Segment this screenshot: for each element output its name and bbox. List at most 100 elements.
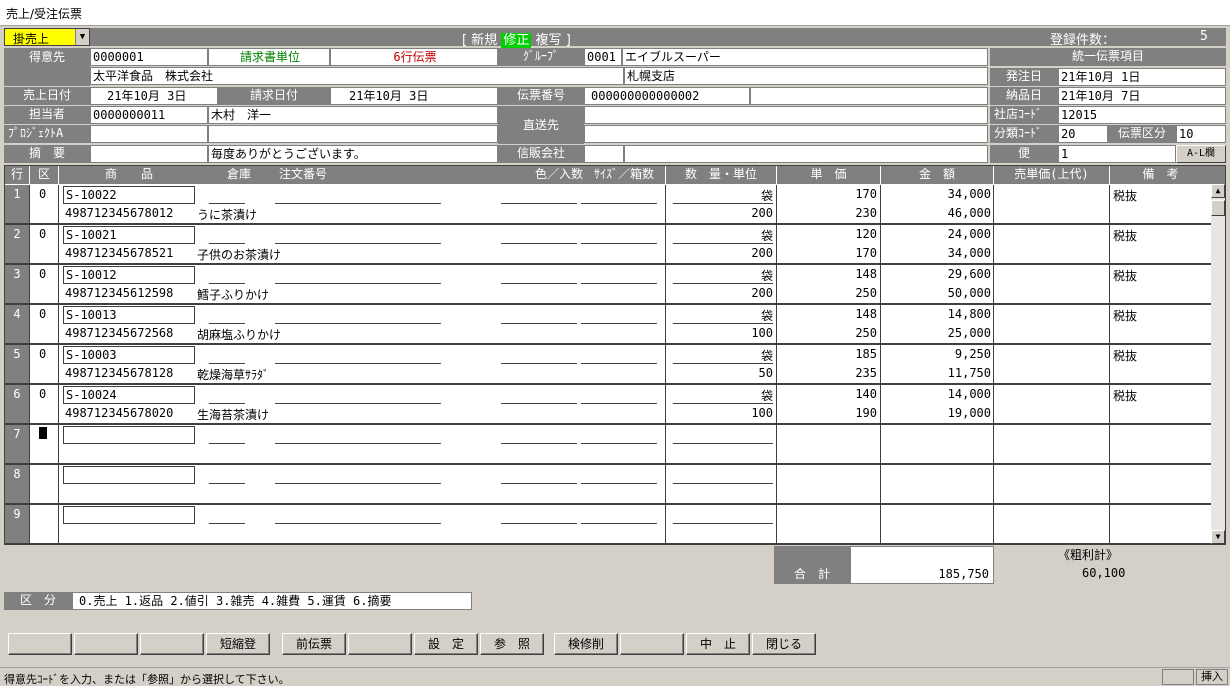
memo-code-input[interactable]: [90, 145, 208, 163]
warehouse-input[interactable]: [209, 323, 245, 324]
product-code-input[interactable]: S-10013: [63, 306, 195, 324]
row-note[interactable]: 税抜: [1113, 347, 1137, 364]
search-edit-delete-button[interactable]: 検修削: [554, 633, 618, 655]
f1-button[interactable]: [8, 633, 72, 655]
row-number[interactable]: 3: [5, 265, 29, 303]
row-kbn[interactable]: 0: [39, 227, 46, 241]
al-field-button[interactable]: A-L欄: [1176, 145, 1226, 163]
product-code-input[interactable]: [63, 466, 195, 484]
quantity[interactable]: 100: [673, 406, 773, 420]
warehouse-input[interactable]: [209, 523, 245, 524]
row-number[interactable]: 4: [5, 305, 29, 343]
row-note[interactable]: 税抜: [1113, 267, 1137, 284]
warehouse-input[interactable]: [209, 363, 245, 364]
staff-code-input[interactable]: 0000000011: [90, 106, 208, 124]
size-input[interactable]: [581, 243, 657, 244]
scroll-thumb[interactable]: [1211, 200, 1225, 216]
row-note[interactable]: 税抜: [1113, 227, 1137, 244]
color-input[interactable]: [501, 243, 577, 244]
unit-price[interactable]: 148: [777, 307, 877, 321]
row-kbn[interactable]: 0: [39, 347, 46, 361]
size-input[interactable]: [581, 283, 657, 284]
size-input[interactable]: [581, 203, 657, 204]
reference-button[interactable]: 参 照: [480, 633, 544, 655]
warehouse-input[interactable]: [209, 403, 245, 404]
chevron-down-icon[interactable]: ▼: [75, 29, 89, 45]
row-kbn[interactable]: 0: [39, 307, 46, 321]
quantity[interactable]: 50: [673, 366, 773, 380]
customer-code-input[interactable]: 0000001: [90, 48, 208, 66]
unit-price[interactable]: 185: [777, 347, 877, 361]
shortcut-register-button[interactable]: 短縮登: [206, 633, 270, 655]
f10-button[interactable]: [620, 633, 684, 655]
product-code-input[interactable]: S-10022: [63, 186, 195, 204]
scroll-down-icon[interactable]: ▼: [1211, 530, 1225, 544]
product-code-input[interactable]: [63, 506, 195, 524]
product-code-input[interactable]: S-10021: [63, 226, 195, 244]
row-note[interactable]: 税抜: [1113, 387, 1137, 404]
color-input[interactable]: [501, 283, 577, 284]
size-input[interactable]: [581, 443, 657, 444]
order-no-input[interactable]: [275, 363, 441, 364]
order-no-input[interactable]: [275, 523, 441, 524]
warehouse-input[interactable]: [209, 243, 245, 244]
size-input[interactable]: [581, 363, 657, 364]
sales-date-input[interactable]: 21年10月 3日: [90, 87, 218, 105]
memo-text[interactable]: 毎度ありがとうございます。: [208, 145, 498, 163]
cost-price[interactable]: 190: [777, 406, 877, 420]
row-number[interactable]: 5: [5, 345, 29, 383]
product-code-input[interactable]: S-10024: [63, 386, 195, 404]
f6-button[interactable]: [348, 633, 412, 655]
mode-select[interactable]: 掛売上 ▼: [4, 28, 90, 46]
order-no-input[interactable]: [275, 283, 441, 284]
cost-price[interactable]: 170: [777, 246, 877, 260]
table-row[interactable]: 3 0 S-10012 袋 498712345612598 鱈子ふりかけ 200 148 250…: [5, 265, 1211, 305]
bin-input[interactable]: 1: [1058, 145, 1176, 163]
row-note[interactable]: 税抜: [1113, 307, 1137, 324]
order-no-input[interactable]: [275, 203, 441, 204]
color-input[interactable]: [501, 323, 577, 324]
order-date-input[interactable]: 21年10月 1日: [1058, 68, 1226, 86]
order-no-input[interactable]: [275, 483, 441, 484]
size-input[interactable]: [581, 523, 657, 524]
cancel-button[interactable]: 中 止: [686, 633, 750, 655]
table-row[interactable]: 2 0 S-10021 袋 498712345678521 子供のお茶漬け 200 120 17…: [5, 225, 1211, 265]
quantity[interactable]: 200: [673, 286, 773, 300]
close-button[interactable]: 閉じる: [752, 633, 816, 655]
tab-edit[interactable]: 修正: [501, 33, 532, 48]
warehouse-input[interactable]: [209, 283, 245, 284]
f2-button[interactable]: [74, 633, 138, 655]
store-code-input[interactable]: 12015: [1058, 106, 1226, 124]
row-note[interactable]: 税抜: [1113, 187, 1137, 204]
f3-button[interactable]: [140, 633, 204, 655]
quantity[interactable]: 200: [673, 206, 773, 220]
quantity[interactable]: 100: [673, 326, 773, 340]
color-input[interactable]: [501, 203, 577, 204]
unit-price[interactable]: 120: [777, 227, 877, 241]
slip-number[interactable]: 000000000000002: [584, 87, 750, 105]
cost-price[interactable]: 250: [777, 286, 877, 300]
color-input[interactable]: [501, 403, 577, 404]
table-row[interactable]: 7: [5, 425, 1211, 465]
table-row[interactable]: 8: [5, 465, 1211, 505]
row-kbn[interactable]: 0: [39, 387, 46, 401]
product-code-input[interactable]: S-10012: [63, 266, 195, 284]
unit-price[interactable]: 148: [777, 267, 877, 281]
size-input[interactable]: [581, 403, 657, 404]
order-no-input[interactable]: [275, 323, 441, 324]
table-row[interactable]: 4 0 S-10013 袋 498712345672568 胡麻塩ふりかけ 100 148 25…: [5, 305, 1211, 345]
row-number[interactable]: 8: [5, 465, 29, 503]
order-no-input[interactable]: [275, 443, 441, 444]
scroll-up-icon[interactable]: ▲: [1211, 184, 1225, 198]
color-input[interactable]: [501, 523, 577, 524]
unit-input[interactable]: [673, 523, 773, 524]
color-input[interactable]: [501, 363, 577, 364]
row-kbn[interactable]: 0: [39, 267, 46, 281]
project-input[interactable]: [90, 125, 208, 143]
table-row[interactable]: 6 0 S-10024 袋 498712345678020 生海苔茶漬け 100 140 190…: [5, 385, 1211, 425]
mail-order-input[interactable]: [584, 145, 624, 163]
size-input[interactable]: [581, 323, 657, 324]
tab-copy[interactable]: 複写: [536, 33, 562, 48]
unit-input[interactable]: [673, 443, 773, 444]
unit-price[interactable]: 140: [777, 387, 877, 401]
